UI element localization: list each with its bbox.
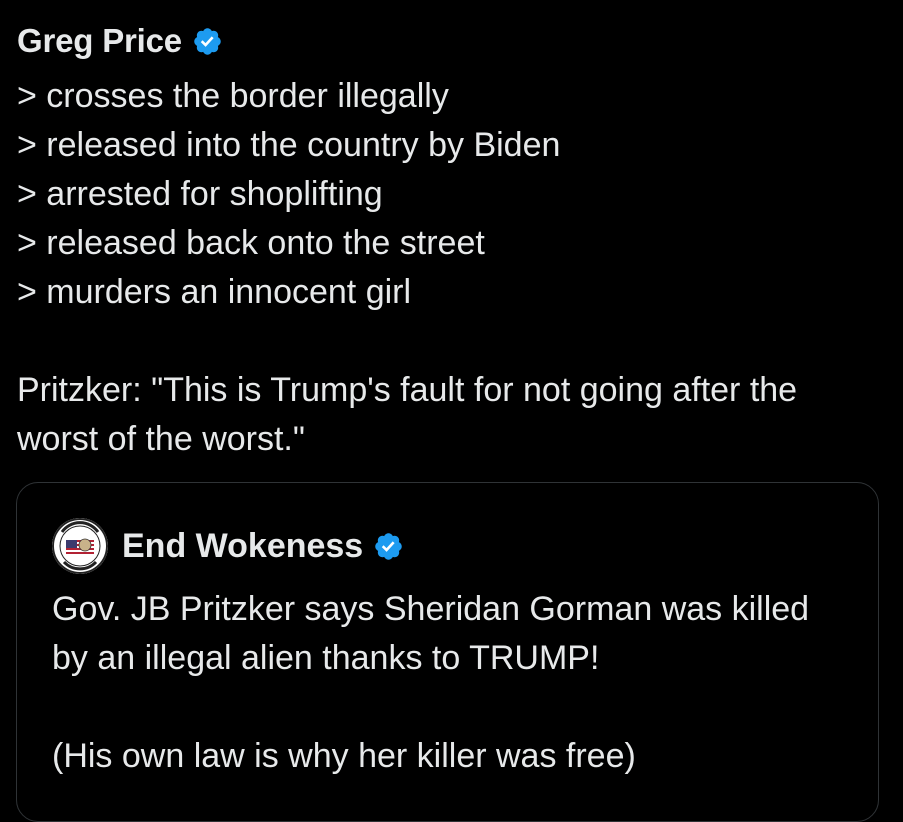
quoted-post[interactable]: End Wokeness Gov. JB Pritzker says Sheri… — [16, 482, 879, 822]
post-line: > arrested for shoplifting — [17, 175, 383, 213]
quoted-post-text: Gov. JB Pritzker says Sheridan Gorman wa… — [52, 585, 852, 781]
post-line: > crosses the border illegally — [17, 77, 449, 115]
quoted-author-name[interactable]: End Wokeness — [122, 527, 363, 566]
verified-badge-icon — [375, 532, 402, 560]
post-line: > released into the country by Biden — [17, 126, 561, 164]
post-line: Pritzker: "This is Trump's fault for not… — [17, 371, 807, 458]
post-header: Greg Price — [17, 22, 223, 60]
end-wokeness-logo — [52, 518, 108, 574]
post-text: > crosses the border illegally > released… — [17, 72, 887, 464]
quote-line: (His own law is why her killer was free) — [52, 737, 636, 775]
quote-line — [52, 683, 852, 732]
post-line: > released back onto the street — [17, 224, 485, 262]
post-line — [17, 317, 887, 366]
avatar[interactable] — [52, 518, 108, 574]
post-line: > murders an innocent girl — [17, 273, 412, 311]
verified-badge-icon — [194, 27, 221, 55]
quoted-post-header: End Wokeness — [52, 518, 404, 574]
author-name[interactable]: Greg Price — [17, 22, 182, 60]
quote-line: Gov. JB Pritzker says Sheridan Gorman wa… — [52, 590, 819, 677]
